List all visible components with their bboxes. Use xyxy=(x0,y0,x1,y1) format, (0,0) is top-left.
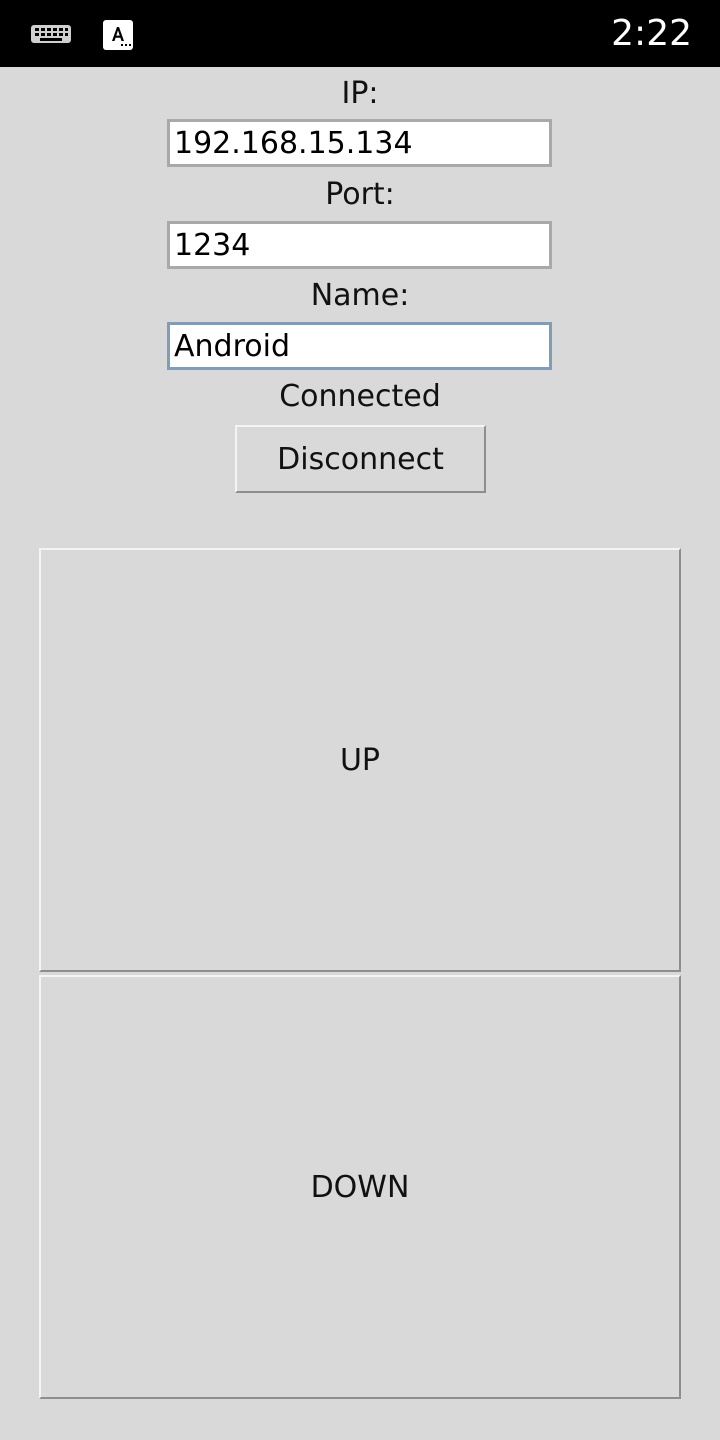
name-label: Name: xyxy=(310,278,410,313)
keyboard-icon xyxy=(31,25,71,43)
up-button[interactable]: UP xyxy=(39,548,681,972)
text-input-icon xyxy=(103,20,133,50)
connection-status: Connected xyxy=(279,379,441,414)
port-label: Port: xyxy=(325,177,395,212)
status-time: 2:22 xyxy=(611,13,692,54)
down-button[interactable]: DOWN xyxy=(39,975,681,1399)
port-field[interactable] xyxy=(167,221,552,269)
ip-label: IP: xyxy=(341,76,379,111)
status-bar: 2:22 xyxy=(0,0,720,67)
disconnect-button[interactable]: Disconnect xyxy=(235,425,486,493)
ip-field[interactable] xyxy=(167,119,552,167)
name-field[interactable] xyxy=(167,322,552,370)
